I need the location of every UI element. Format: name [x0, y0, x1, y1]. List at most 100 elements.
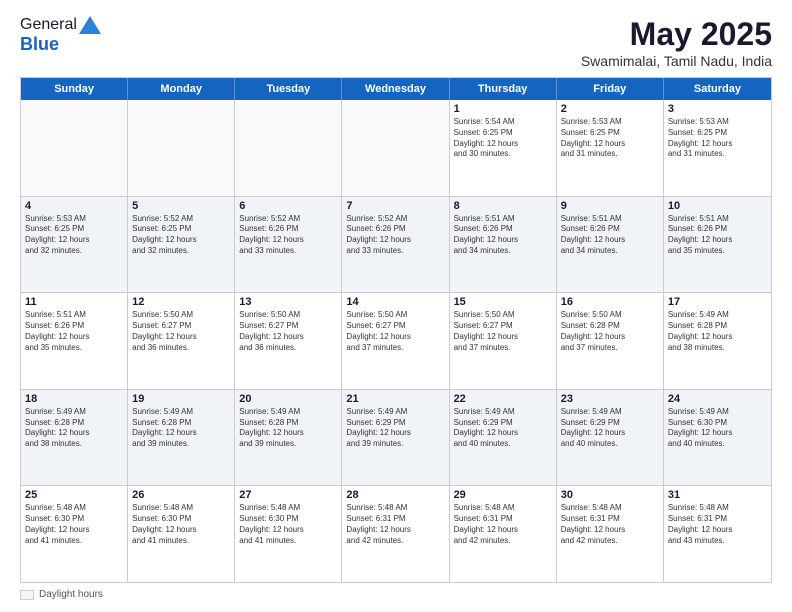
cell-info: Sunrise: 5:48 AM Sunset: 6:31 PM Dayligh… — [346, 503, 444, 546]
cell-info: Sunrise: 5:51 AM Sunset: 6:26 PM Dayligh… — [561, 214, 659, 257]
calendar-cell — [342, 100, 449, 196]
day-number: 22 — [454, 393, 552, 405]
day-number: 6 — [239, 200, 337, 212]
calendar-cell: 11 Sunrise: 5:51 AM Sunset: 6:26 PM Dayli… — [21, 293, 128, 389]
cell-info: Sunrise: 5:48 AM Sunset: 6:31 PM Dayligh… — [454, 503, 552, 546]
day-number: 25 — [25, 489, 123, 501]
calendar-cell: 2 Sunrise: 5:53 AM Sunset: 6:25 PM Daylig… — [557, 100, 664, 196]
day-number: 3 — [668, 103, 767, 115]
logo-blue-text: Blue — [20, 34, 101, 55]
calendar-cell: 13 Sunrise: 5:50 AM Sunset: 6:27 PM Dayli… — [235, 293, 342, 389]
calendar-cell: 26 Sunrise: 5:48 AM Sunset: 6:30 PM Dayli… — [128, 486, 235, 582]
cell-info: Sunrise: 5:49 AM Sunset: 6:28 PM Dayligh… — [239, 407, 337, 450]
day-number: 29 — [454, 489, 552, 501]
day-number: 13 — [239, 296, 337, 308]
calendar-cell: 28 Sunrise: 5:48 AM Sunset: 6:31 PM Dayli… — [342, 486, 449, 582]
calendar-cell: 9 Sunrise: 5:51 AM Sunset: 6:26 PM Daylig… — [557, 197, 664, 293]
cell-info: Sunrise: 5:51 AM Sunset: 6:26 PM Dayligh… — [454, 214, 552, 257]
calendar-row-3: 11 Sunrise: 5:51 AM Sunset: 6:26 PM Dayli… — [21, 293, 771, 390]
calendar-cell: 20 Sunrise: 5:49 AM Sunset: 6:28 PM Dayli… — [235, 390, 342, 486]
daylight-legend-box — [20, 590, 34, 600]
cell-info: Sunrise: 5:54 AM Sunset: 6:25 PM Dayligh… — [454, 117, 552, 160]
calendar-cell — [128, 100, 235, 196]
subtitle: Swamimalai, Tamil Nadu, India — [581, 53, 772, 69]
calendar-cell — [21, 100, 128, 196]
day-number: 11 — [25, 296, 123, 308]
cell-info: Sunrise: 5:49 AM Sunset: 6:29 PM Dayligh… — [454, 407, 552, 450]
day-number: 26 — [132, 489, 230, 501]
calendar-cell: 5 Sunrise: 5:52 AM Sunset: 6:25 PM Daylig… — [128, 197, 235, 293]
calendar-cell — [235, 100, 342, 196]
cell-info: Sunrise: 5:51 AM Sunset: 6:26 PM Dayligh… — [25, 310, 123, 353]
cell-info: Sunrise: 5:49 AM Sunset: 6:28 PM Dayligh… — [668, 310, 767, 353]
cell-info: Sunrise: 5:53 AM Sunset: 6:25 PM Dayligh… — [25, 214, 123, 257]
day-number: 31 — [668, 489, 767, 501]
main-title: May 2025 — [581, 16, 772, 53]
header-saturday: Saturday — [664, 78, 771, 100]
calendar-cell: 30 Sunrise: 5:48 AM Sunset: 6:31 PM Dayli… — [557, 486, 664, 582]
calendar-cell: 3 Sunrise: 5:53 AM Sunset: 6:25 PM Daylig… — [664, 100, 771, 196]
calendar-cell: 19Sunrise: 5:49 AM Sunset: 6:28 PM Dayli… — [128, 390, 235, 486]
day-number: 4 — [25, 200, 123, 212]
header-monday: Monday — [128, 78, 235, 100]
calendar-row-5: 25 Sunrise: 5:48 AM Sunset: 6:30 PM Dayli… — [21, 486, 771, 582]
day-number: 14 — [346, 296, 444, 308]
logo-general-text: General — [20, 16, 77, 34]
day-number: 9 — [561, 200, 659, 212]
cell-info: Sunrise: 5:49 AM Sunset: 6:28 PM Dayligh… — [132, 407, 230, 450]
cell-info: Sunrise: 5:50 AM Sunset: 6:27 PM Dayligh… — [239, 310, 337, 353]
calendar-cell: 27 Sunrise: 5:48 AM Sunset: 6:30 PM Dayli… — [235, 486, 342, 582]
cell-info: Sunrise: 5:49 AM Sunset: 6:28 PM Dayligh… — [25, 407, 123, 450]
calendar-cell: 24Sunrise: 5:49 AM Sunset: 6:30 PM Dayli… — [664, 390, 771, 486]
calendar-cell: 14Sunrise: 5:50 AM Sunset: 6:27 PM Dayli… — [342, 293, 449, 389]
header-thursday: Thursday — [450, 78, 557, 100]
cell-info: Sunrise: 5:53 AM Sunset: 6:25 PM Dayligh… — [668, 117, 767, 160]
calendar-cell: 6 Sunrise: 5:52 AM Sunset: 6:26 PM Daylig… — [235, 197, 342, 293]
header: General Blue May 2025 Swamimalai, Tamil … — [20, 16, 772, 69]
cell-info: Sunrise: 5:52 AM Sunset: 6:26 PM Dayligh… — [346, 214, 444, 257]
cell-info: Sunrise: 5:48 AM Sunset: 6:30 PM Dayligh… — [25, 503, 123, 546]
day-number: 5 — [132, 200, 230, 212]
cell-info: Sunrise: 5:50 AM Sunset: 6:28 PM Dayligh… — [561, 310, 659, 353]
cell-info: Sunrise: 5:53 AM Sunset: 6:25 PM Dayligh… — [561, 117, 659, 160]
cell-info: Sunrise: 5:48 AM Sunset: 6:31 PM Dayligh… — [668, 503, 767, 546]
calendar-header: Sunday Monday Tuesday Wednesday Thursday… — [21, 78, 771, 100]
header-sunday: Sunday — [21, 78, 128, 100]
day-number: 7 — [346, 200, 444, 212]
day-number: 21 — [346, 393, 444, 405]
day-number: 2 — [561, 103, 659, 115]
cell-info: Sunrise: 5:49 AM Sunset: 6:29 PM Dayligh… — [561, 407, 659, 450]
header-tuesday: Tuesday — [235, 78, 342, 100]
cell-info: Sunrise: 5:52 AM Sunset: 6:25 PM Dayligh… — [132, 214, 230, 257]
day-number: 30 — [561, 489, 659, 501]
calendar-cell: 22 Sunrise: 5:49 AM Sunset: 6:29 PM Dayli… — [450, 390, 557, 486]
calendar-cell: 31 Sunrise: 5:48 AM Sunset: 6:31 PM Dayli… — [664, 486, 771, 582]
calendar-cell: 16Sunrise: 5:50 AM Sunset: 6:28 PM Dayli… — [557, 293, 664, 389]
calendar-cell: 10 Sunrise: 5:51 AM Sunset: 6:26 PM Dayli… — [664, 197, 771, 293]
day-number: 8 — [454, 200, 552, 212]
logo-icon — [79, 16, 101, 34]
day-number: 28 — [346, 489, 444, 501]
calendar-cell: 25 Sunrise: 5:48 AM Sunset: 6:30 PM Dayli… — [21, 486, 128, 582]
calendar-cell: 1Sunrise: 5:54 AM Sunset: 6:25 PM Daylig… — [450, 100, 557, 196]
day-number: 20 — [239, 393, 337, 405]
title-block: May 2025 Swamimalai, Tamil Nadu, India — [581, 16, 772, 69]
calendar-cell: 4 Sunrise: 5:53 AM Sunset: 6:25 PM Daylig… — [21, 197, 128, 293]
day-number: 12 — [132, 296, 230, 308]
calendar-cell: 8 Sunrise: 5:51 AM Sunset: 6:26 PM Daylig… — [450, 197, 557, 293]
calendar-row-4: 18Sunrise: 5:49 AM Sunset: 6:28 PM Dayli… — [21, 390, 771, 487]
day-number: 27 — [239, 489, 337, 501]
page: General Blue May 2025 Swamimalai, Tamil … — [0, 0, 792, 612]
day-number: 10 — [668, 200, 767, 212]
cell-info: Sunrise: 5:51 AM Sunset: 6:26 PM Dayligh… — [668, 214, 767, 257]
cell-info: Sunrise: 5:48 AM Sunset: 6:31 PM Dayligh… — [561, 503, 659, 546]
cell-info: Sunrise: 5:50 AM Sunset: 6:27 PM Dayligh… — [454, 310, 552, 353]
cell-info: Sunrise: 5:48 AM Sunset: 6:30 PM Dayligh… — [132, 503, 230, 546]
cell-info: Sunrise: 5:49 AM Sunset: 6:29 PM Dayligh… — [346, 407, 444, 450]
daylight-legend-label: Daylight hours — [39, 589, 103, 600]
day-number: 24 — [668, 393, 767, 405]
calendar-cell: 21 Sunrise: 5:49 AM Sunset: 6:29 PM Dayli… — [342, 390, 449, 486]
cell-info: Sunrise: 5:52 AM Sunset: 6:26 PM Dayligh… — [239, 214, 337, 257]
day-number: 23 — [561, 393, 659, 405]
cell-info: Sunrise: 5:48 AM Sunset: 6:30 PM Dayligh… — [239, 503, 337, 546]
